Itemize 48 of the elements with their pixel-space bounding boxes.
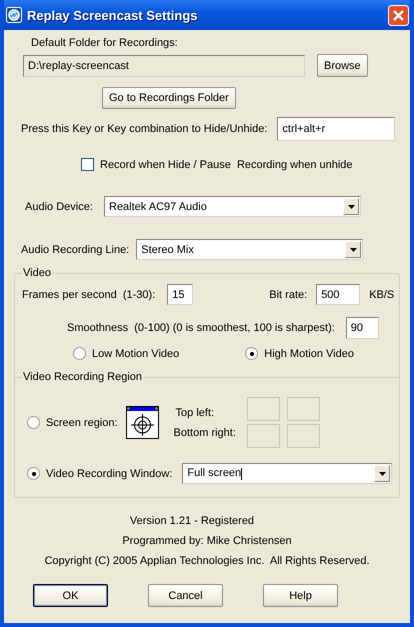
- audio-device-label: Audio Device:: [25, 200, 94, 212]
- radio-button[interactable]: [73, 347, 86, 360]
- dialog-button[interactable]: OK: [33, 584, 108, 607]
- crosshair-window-icon[interactable]: [126, 406, 159, 439]
- refresh-icon: [6, 7, 22, 23]
- bottom-right-label: Bottom right:: [174, 426, 236, 438]
- go-to-folder-button[interactable]: Go to Recordings Folder: [102, 87, 236, 109]
- radio-button[interactable]: [245, 347, 258, 360]
- folder-label: Default Folder for Recordings:: [31, 37, 179, 49]
- hotkey-field[interactable]: ctrl+alt+r: [277, 117, 396, 141]
- bit-rate-field[interactable]: 500: [316, 284, 360, 305]
- checkbox-label: Record when Hide / Pause Recording when unhide: [100, 158, 353, 170]
- recording-window-dropdown[interactable]: Full screen: [182, 463, 392, 484]
- dialog-button[interactable]: Help: [263, 584, 338, 607]
- bit-rate-label: Bit rate:: [269, 288, 308, 300]
- window-title: Replay Screencast Settings: [27, 8, 199, 22]
- radio-button[interactable]: [27, 467, 40, 480]
- radio-label: Low Motion Video: [92, 348, 180, 360]
- audio-line-label: Audio Recording Line:: [21, 244, 130, 256]
- dropdown-arrow-icon: [348, 204, 354, 208]
- smoothness-label: Smoothness (0-100) (0 is smoothest, 100 is sharpest):: [67, 322, 335, 334]
- dropdown-arrow-icon: [378, 472, 386, 476]
- radio-label: Video Recording Window:: [46, 468, 172, 480]
- fps-label: Frames per second (1-30):: [22, 288, 156, 300]
- radio-label: Screen region:: [46, 416, 118, 428]
- fps-field[interactable]: 15: [167, 284, 194, 305]
- radio-label: High Motion Video: [264, 348, 354, 360]
- browse-button[interactable]: Browse: [317, 54, 368, 77]
- smoothness-field[interactable]: 90: [346, 317, 379, 339]
- hotkey-label: Press this Key or Key combination to Hide/Unhide:: [21, 123, 268, 135]
- unit-label: KB/S: [369, 288, 394, 300]
- audio-device-dropdown[interactable]: Realtek AC97 Audio: [104, 196, 361, 217]
- close-icon[interactable]: [388, 4, 409, 26]
- group-legend: Video Recording Region: [22, 371, 144, 383]
- dropdown-arrow-icon: [350, 248, 357, 252]
- dialog-button[interactable]: Cancel: [148, 584, 223, 607]
- checkbox[interactable]: [81, 158, 94, 171]
- about-text: Programmed by: Mike Christensen: [122, 535, 292, 547]
- audio-line-dropdown[interactable]: Stereo Mix: [136, 239, 364, 260]
- radio-button[interactable]: [27, 416, 40, 429]
- about-text: Version 1.21 - Registered: [130, 515, 254, 527]
- coordinate-field[interactable]: [286, 397, 320, 421]
- coordinate-field[interactable]: [286, 424, 320, 448]
- top-left-label: Top left:: [176, 406, 216, 418]
- group-legend: Video: [22, 267, 52, 279]
- coordinate-field[interactable]: [246, 424, 280, 448]
- coordinate-field[interactable]: [246, 397, 280, 421]
- about-text: Copyright (C) 2005 Applian Technologies Inc. All Rights Reserved.: [44, 555, 370, 567]
